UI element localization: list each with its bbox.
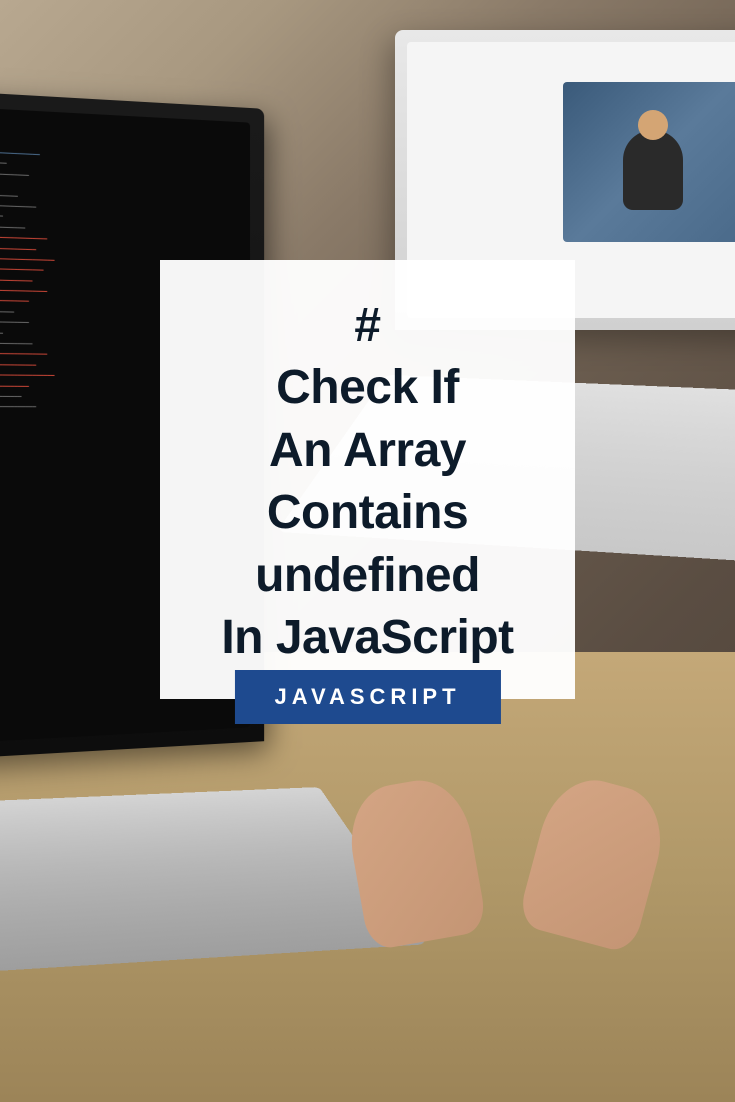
- browser-window: [563, 82, 735, 242]
- title-line-2: An Array: [190, 420, 545, 482]
- title-line-4: undefined: [190, 545, 545, 607]
- hand-right: [516, 769, 673, 955]
- category-badge: JAVASCRIPT: [234, 670, 500, 724]
- hands-typing: [355, 782, 655, 982]
- person-head: [638, 110, 668, 140]
- title-line-3: Contains: [190, 482, 545, 544]
- title-line-1: Check If: [190, 357, 545, 419]
- title-hash: #: [190, 295, 545, 357]
- article-title: # Check If An Array Contains undefined I…: [190, 295, 545, 669]
- title-line-5: In JavaScript: [190, 607, 545, 669]
- title-card: # Check If An Array Contains undefined I…: [160, 260, 575, 699]
- hand-left: [342, 773, 488, 951]
- person-silhouette: [623, 130, 683, 210]
